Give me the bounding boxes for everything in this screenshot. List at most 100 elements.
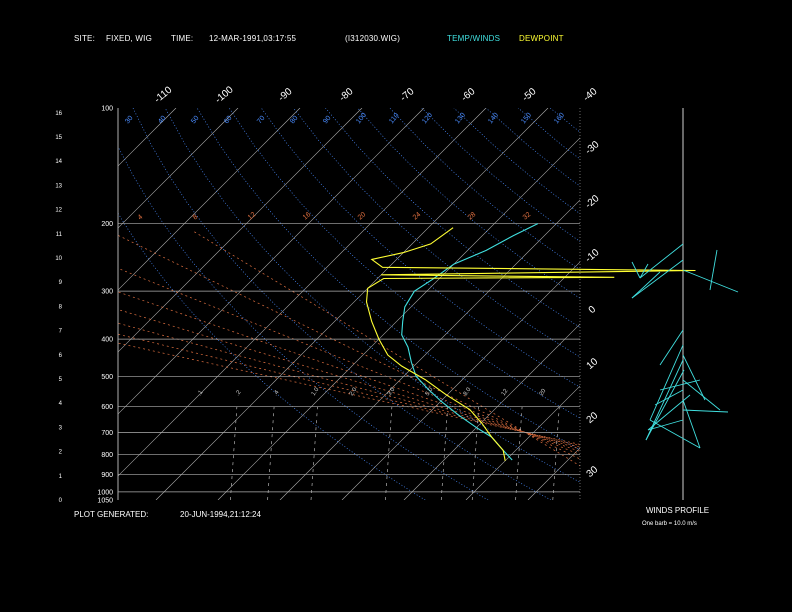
mixing-ratio-label: 20: [539, 388, 548, 397]
top-isotherm-label: -100: [213, 84, 236, 106]
wind-barb: [682, 409, 729, 413]
height-tick-label: 9: [59, 280, 63, 286]
isotherm-line: [118, 108, 177, 167]
right-isotherm-label: 10: [585, 356, 601, 372]
wind-barb: [659, 329, 684, 366]
height-tick-label: 15: [55, 135, 62, 141]
height-tick-label: 6: [59, 353, 63, 359]
top-isotherm-label: -60: [459, 86, 477, 104]
wind-barb: [682, 354, 706, 401]
isotherm-line: [341, 261, 580, 500]
dry-adiabat-label: 80: [289, 115, 299, 126]
mixing-ratio-line: [515, 406, 523, 500]
plot-generated-label: PLOT GENERATED:: [74, 510, 149, 519]
mixing-ratio-line: [230, 406, 238, 500]
winds-profile-title: WINDS PROFILE: [646, 506, 710, 515]
dry-adiabat-line: [485, 108, 580, 187]
wind-barb: [682, 379, 721, 411]
top-isotherm-label: -40: [581, 86, 599, 104]
dry-adiabat-label: 50: [190, 115, 200, 126]
pressure-tick-label: 300: [101, 289, 113, 296]
mixing-ratio-label: 2.0: [349, 386, 359, 397]
isotherm-line: [118, 108, 239, 229]
moist-adiabat-label: 8: [192, 214, 200, 222]
pressure-tick-label: 700: [101, 430, 113, 437]
plot-generated-value: 20-JUN-1994,21:12:24: [180, 510, 261, 519]
moist-adiabat-line: [118, 333, 580, 447]
height-tick-label: 13: [55, 183, 62, 189]
dry-adiabat-line: [421, 108, 580, 242]
wind-barb: [639, 243, 684, 279]
mixing-ratio-line: [640, 407, 646, 500]
dry-adiabat-label: 100: [355, 112, 368, 126]
mixing-ratio-line: [552, 406, 560, 500]
pressure-tick-label: 200: [101, 221, 113, 228]
right-isotherm-label: 0: [587, 304, 599, 316]
right-isotherm-label: -20: [583, 193, 601, 211]
chart-grid: [117, 108, 792, 500]
isotherm-line: [118, 108, 301, 291]
moist-adiabat-line: [118, 322, 580, 448]
right-isotherm-label: 30: [585, 464, 601, 480]
height-tick-label: 5: [59, 377, 63, 383]
dry-adiabat-line: [646, 108, 792, 500]
isotherm-line: [403, 323, 580, 500]
pressure-tick-label: 100: [101, 106, 113, 113]
top-isotherm-label: -90: [276, 86, 294, 104]
moist-adiabat-line: [118, 342, 580, 445]
wind-barb: [649, 344, 684, 421]
moist-adiabat-label: 16: [302, 211, 313, 221]
isotherm-line: [714, 108, 792, 500]
mixing-ratio-line: [267, 406, 275, 500]
pressure-tick-label: 1000: [97, 489, 113, 496]
wind-barb: [647, 394, 691, 431]
dry-adiabat-label: 160: [553, 112, 566, 126]
mixing-ratio-line: [440, 406, 448, 500]
clipped-grid: [118, 108, 792, 500]
height-tick-label: 14: [55, 159, 62, 165]
height-tick-label: 10: [55, 256, 62, 262]
isotherm-line: [118, 108, 363, 353]
height-tick-label: 7: [59, 329, 63, 335]
dry-adiabat-line: [357, 108, 580, 299]
dry-adiabat-line: [549, 108, 580, 133]
isotherm-line: [217, 137, 580, 500]
mixing-ratio-label: .4: [273, 389, 281, 397]
pressure-tick-label: 800: [101, 452, 113, 459]
dry-adiabat-line: [743, 108, 792, 500]
isotherm-line: [652, 108, 792, 500]
pressure-tick-label: 900: [101, 472, 113, 479]
dry-adiabat-label: 120: [421, 112, 434, 126]
mixing-ratio-line: [471, 406, 479, 500]
height-tick-label: 4: [59, 401, 63, 407]
dry-adiabat-line: [453, 108, 580, 215]
height-tick-label: 3: [59, 425, 63, 431]
barb-note: One barb = 10.0 m/s: [642, 521, 697, 527]
dry-adiabat-label: 90: [322, 115, 332, 126]
height-tick-label: 12: [55, 208, 62, 214]
top-isotherm-label: -50: [520, 86, 538, 104]
mixing-ratio-label: 1.0: [311, 386, 321, 397]
isotherm-line: [590, 108, 792, 500]
dry-adiabat-label: 30: [124, 115, 134, 126]
height-tick-label: 0: [59, 498, 63, 504]
height-tick-label: 2: [59, 450, 63, 456]
dry-adiabat-line: [118, 212, 426, 500]
pressure-tick-label: 400: [101, 337, 113, 344]
top-isotherm-label: -80: [337, 86, 355, 104]
height-tick-label: 11: [56, 232, 63, 238]
dry-adiabat-label: 110: [388, 112, 401, 125]
wind-barb: [649, 419, 701, 449]
pressure-tick-label: 1050: [97, 498, 113, 505]
isotherm-line: [527, 447, 580, 500]
moist-adiabat-label: 28: [467, 211, 478, 221]
dry-adiabat-label: 130: [454, 112, 467, 126]
isotherm-line: [465, 385, 580, 500]
moist-adiabat-label: 12: [247, 211, 258, 221]
mixing-ratio-line: [310, 406, 318, 500]
dry-adiabat-label: 40: [157, 115, 167, 126]
dry-adiabat-label: 150: [520, 112, 533, 126]
mixing-ratio-label: .2: [235, 389, 243, 397]
isotherm-line: [118, 108, 425, 415]
moist-adiabat-label: 4: [137, 214, 145, 222]
